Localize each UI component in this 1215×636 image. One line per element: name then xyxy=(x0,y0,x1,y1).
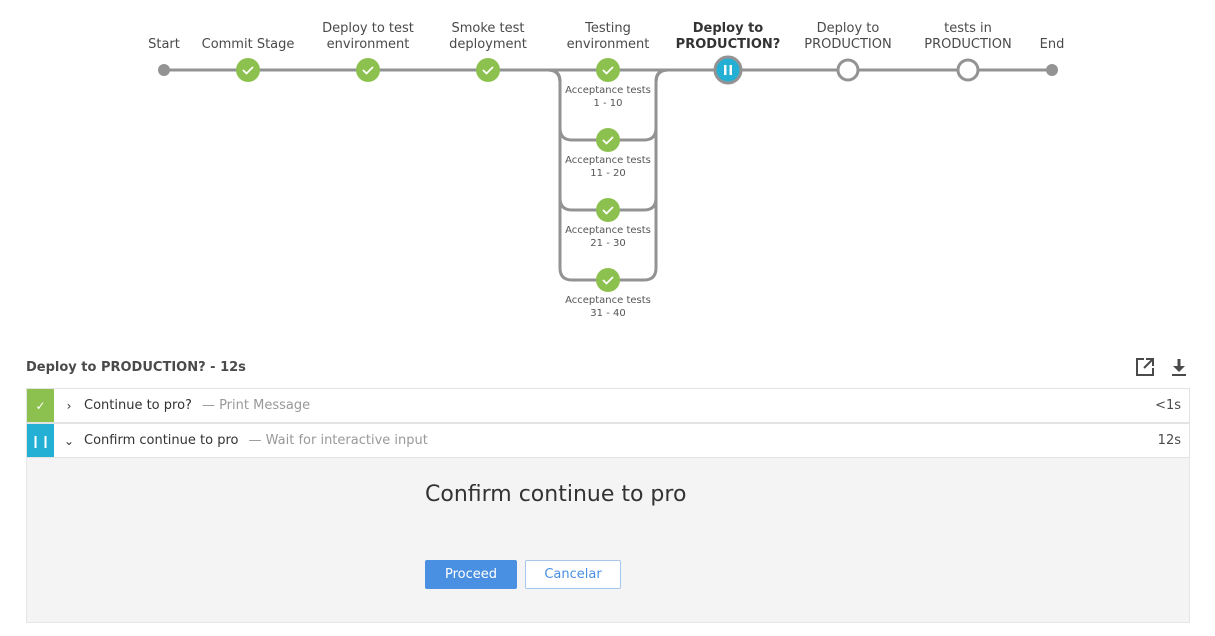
step-duration: <1s xyxy=(1155,398,1181,413)
stage-label-tests-prod[interactable]: tests in PRODUCTION xyxy=(924,21,1011,53)
chevron-down-icon[interactable]: ⌄ xyxy=(54,434,84,448)
branch-label[interactable]: Acceptance tests 21 - 30 xyxy=(565,224,651,250)
node-start-terminal-icon xyxy=(158,64,170,76)
open-external-icon[interactable] xyxy=(1135,357,1155,377)
branch-2-success-icon xyxy=(596,198,620,222)
node-deploy-test-success-icon xyxy=(356,58,380,82)
stage-label-end[interactable]: End xyxy=(1040,37,1065,53)
step-name: Confirm continue to pro xyxy=(84,433,239,448)
paused-status-icon: ❙❙ xyxy=(27,424,54,457)
branch-label[interactable]: Acceptance tests 1 - 10 xyxy=(565,84,651,110)
node-end-terminal-icon xyxy=(1046,64,1058,76)
success-status-icon: ✓ xyxy=(27,389,54,422)
step-name: Continue to pro? xyxy=(84,398,192,413)
branch-3-success-icon xyxy=(596,268,620,292)
step-row[interactable]: ✓ › Continue to pro? — Print Message <1s xyxy=(26,388,1190,424)
input-message: Confirm continue to pro xyxy=(425,482,687,507)
stage-actions xyxy=(1135,357,1189,377)
step-row[interactable]: ❙❙ ⌄ Confirm continue to pro — Wait for … xyxy=(26,424,1190,459)
node-testing-success-icon xyxy=(596,58,620,82)
pause-bar xyxy=(724,65,727,75)
stage-title: Deploy to PRODUCTION? - 12s xyxy=(26,360,246,375)
node-deploy-prod-q-paused-icon xyxy=(713,55,743,85)
stage-label-smoke[interactable]: Smoke test deployment xyxy=(449,21,527,53)
cancel-button[interactable]: Cancelar xyxy=(525,560,621,589)
step-list: ✓ › Continue to pro? — Print Message <1s… xyxy=(26,388,1190,459)
stage-label-deploy-prod-q[interactable]: Deploy to PRODUCTION? xyxy=(676,21,781,53)
stage-label-deploy-test[interactable]: Deploy to test environment xyxy=(322,21,414,53)
stage-label-commit[interactable]: Commit Stage xyxy=(202,37,295,53)
branch-label[interactable]: Acceptance tests 31 - 40 xyxy=(565,294,651,320)
node-smoke-success-icon xyxy=(476,58,500,82)
branch-1-success-icon xyxy=(596,128,620,152)
stage-label-deploy-prod[interactable]: Deploy to PRODUCTION xyxy=(804,21,891,53)
step-duration: 12s xyxy=(1157,433,1181,448)
stage-label-testing[interactable]: Testing environment xyxy=(567,21,650,53)
node-deploy-prod-not-built-icon xyxy=(836,58,860,82)
stage-label-start[interactable]: Start xyxy=(148,37,180,53)
pipeline-graph: Start Commit Stage Deploy to test environme… xyxy=(0,0,1215,340)
node-tests-prod-not-built-icon xyxy=(956,58,980,82)
input-request-panel: Confirm continue to pro Proceed Cancelar xyxy=(26,458,1190,623)
download-icon[interactable] xyxy=(1169,357,1189,377)
branch-label[interactable]: Acceptance tests 11 - 20 xyxy=(565,154,651,180)
node-commit-success-icon xyxy=(236,58,260,82)
chevron-right-icon[interactable]: › xyxy=(54,399,84,413)
proceed-button[interactable]: Proceed xyxy=(425,560,517,589)
step-description: — Wait for interactive input xyxy=(248,433,428,448)
step-description: — Print Message xyxy=(201,398,311,413)
pause-bar xyxy=(729,65,732,75)
